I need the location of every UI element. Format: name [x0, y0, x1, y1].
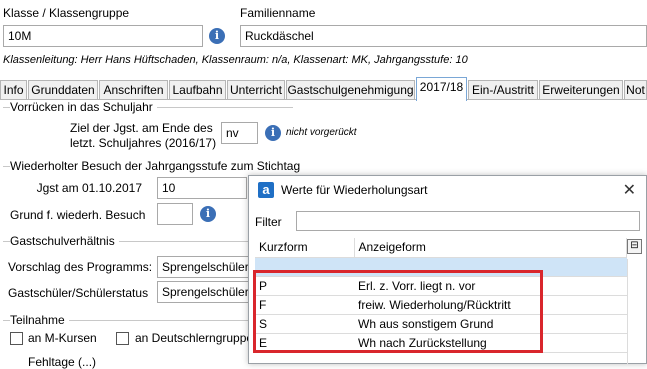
- ziel-label-2: letzt. Schuljahres (2016/17): [70, 136, 217, 150]
- grund-label: Grund f. wiederh. Besuch: [10, 208, 146, 222]
- dialog-titlebar: a Werte für Wiederholungsart ✕: [249, 176, 646, 204]
- group-title-wiederholt: Wiederholter Besuch der Jahrgangsstufe z…: [10, 159, 305, 173]
- close-icon[interactable]: ✕: [623, 180, 636, 200]
- family-name-field[interactable]: Ruckdäschel: [240, 25, 647, 47]
- ziel-label-1: Ziel der Jgst. am Ende des: [70, 121, 213, 135]
- tab-info[interactable]: Info: [0, 80, 27, 100]
- ziel-field[interactable]: nv: [221, 122, 258, 144]
- tab-bar: Info Grunddaten Anschriften Laufbahn Unt…: [0, 77, 647, 101]
- grund-info-icon[interactable]: i: [200, 206, 216, 222]
- grund-field[interactable]: [157, 203, 193, 225]
- class-field[interactable]: 10M: [3, 25, 203, 47]
- tab-erweiterungen[interactable]: Erweiterungen: [539, 80, 623, 100]
- vorschlag-label: Vorschlag des Programms:: [8, 260, 153, 274]
- tab-anschriften[interactable]: Anschriften: [99, 80, 168, 100]
- vorschlag-field: Sprengelschüler: [157, 256, 249, 278]
- m-kurse-checkbox[interactable]: [10, 332, 23, 345]
- status-label: Gastschüler/Schülerstatus: [8, 286, 149, 300]
- tab-unterricht[interactable]: Unterricht: [227, 80, 285, 100]
- dialog-title: Werte für Wiederholungsart: [281, 183, 428, 197]
- cut-off-label: Fehltage (...): [28, 355, 97, 369]
- class-label: Klasse / Klassengruppe: [3, 6, 130, 20]
- tab-grunddaten[interactable]: Grunddaten: [28, 80, 98, 100]
- column-chooser-icon[interactable]: ⊟: [627, 239, 642, 254]
- tab-2017-18[interactable]: 2017/18: [416, 77, 467, 101]
- filter-label: Filter: [255, 215, 282, 229]
- column-anzeigeform[interactable]: Anzeigeform: [354, 238, 627, 258]
- info-icon[interactable]: i: [209, 28, 225, 44]
- highlight-annotation: [253, 270, 543, 353]
- ziel-info-icon[interactable]: i: [265, 125, 281, 141]
- column-kurzform[interactable]: Kurzform: [255, 238, 355, 258]
- filter-input[interactable]: [296, 211, 640, 231]
- table-header: Kurzform Anzeigeform: [255, 238, 627, 258]
- family-name-label: Familienname: [240, 6, 316, 20]
- tab-gastschulgenehmigung[interactable]: Gastschulgenehmigung: [286, 80, 415, 100]
- ziel-note: nicht vorgerückt: [286, 127, 357, 138]
- status-field[interactable]: Sprengelschüler: [157, 281, 249, 303]
- jgst-label: Jgst am 01.10.2017: [36, 181, 142, 195]
- deutschlerngruppe-label: an Deutschlerngruppe: [135, 331, 254, 345]
- tab-not[interactable]: Not: [624, 80, 647, 100]
- group-title-gastschul: Gastschulverhältnis: [10, 234, 119, 248]
- group-title-teilnahme: Teilnahme: [10, 313, 69, 327]
- table-right-border: [627, 259, 628, 364]
- jgst-field[interactable]: 10: [157, 177, 247, 199]
- tab-laufbahn[interactable]: Laufbahn: [169, 80, 226, 100]
- group-title-vorruecken: Vorrücken in das Schuljahr: [10, 100, 157, 114]
- class-info-text: Klassenleitung: Herr Hans Hüftschaden, K…: [3, 54, 468, 66]
- tab-ein-austritt[interactable]: Ein-/Austritt: [468, 80, 538, 100]
- m-kurse-label: an M-Kursen: [28, 331, 97, 345]
- deutschlerngruppe-checkbox[interactable]: [116, 332, 129, 345]
- app-icon: a: [258, 182, 274, 198]
